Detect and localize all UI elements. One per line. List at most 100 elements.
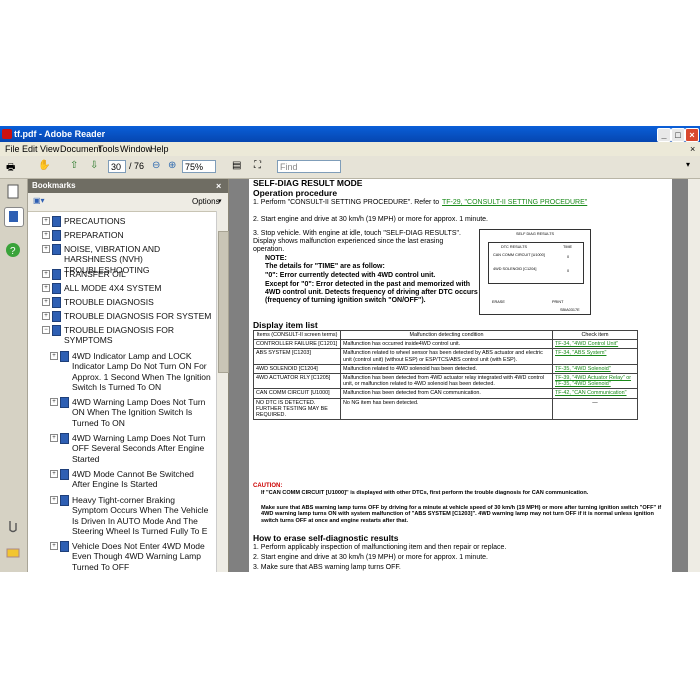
- bookmark-icon: [60, 433, 69, 444]
- options-chevron-down-icon[interactable]: ▾: [218, 197, 222, 205]
- bookmark-trouble-diagnosis-symptoms[interactable]: − TROUBLE DIAGNOSIS FOR SYMPTOMS: [42, 325, 212, 347]
- expand-icon[interactable]: +: [42, 312, 50, 320]
- bookmark-symptom-4[interactable]: +4WD Mode Cannot Be Switched After Engin…: [50, 469, 212, 491]
- table-link[interactable]: TF-42, "CAN Communication": [552, 388, 638, 399]
- bookmark-symptom-1[interactable]: +4WD Indicator Lamp and LOCK Indicator L…: [50, 351, 212, 393]
- bookmarks-scrollbar[interactable]: [216, 211, 229, 572]
- menu-help[interactable]: Help: [150, 142, 169, 156]
- bookmarks-list: + PRECAUTIONS + PREPARATION + NOISE, VIBRAT…: [28, 211, 216, 572]
- screen-results-box: DTC RESULTS TIME CAN COMM CIRCUIT [U1000…: [488, 242, 584, 284]
- table-row: CAN COMM CIRCUIT [U1000] Malfunction has …: [253, 388, 638, 399]
- menu-tools[interactable]: Tools: [98, 142, 119, 156]
- bookmark-symptom-5[interactable]: + Heavy Tight-corner Braking Symptom Occu…: [50, 495, 212, 537]
- step-3: 3. Stop vehicle. With engine at idle, to…: [253, 230, 461, 254]
- caution-2: Make sure that ABS warning lamp turns OF…: [261, 505, 662, 524]
- close-icon[interactable]: ×: [685, 128, 699, 142]
- menu-window[interactable]: Window: [120, 142, 152, 156]
- bookmarks-toolbar: ▣▾ Options ▾: [28, 193, 228, 212]
- bookmark-transfer-oil[interactable]: + TRANSFER OIL: [42, 269, 212, 280]
- expand-icon[interactable]: +: [42, 231, 50, 239]
- caution-label: CAUTION:: [253, 483, 283, 489]
- table-cell: ABS SYSTEM [C1203]: [253, 348, 341, 365]
- table-row: CONTROLLER FAILURE [C1201] Malfunction ha…: [253, 339, 638, 350]
- toolbar-more-icon[interactable]: ▾: [686, 160, 690, 174]
- page-total: / 76: [129, 161, 145, 171]
- zoom-out-icon[interactable]: ⊖: [152, 160, 160, 174]
- pages-panel-icon[interactable]: [4, 183, 22, 201]
- table-link[interactable]: TF-39, "4WD Actuator Relay" or TF-35, "4…: [552, 373, 638, 390]
- bookmarks-title: Bookmarks: [32, 181, 76, 190]
- bookmark-icon: [52, 297, 61, 308]
- comments-icon[interactable]: [4, 545, 22, 563]
- expand-icon[interactable]: +: [42, 245, 50, 253]
- bookmark-all-mode-4x4[interactable]: + ALL MODE 4X4 SYSTEM: [42, 283, 212, 294]
- attachments-icon[interactable]: [4, 517, 22, 535]
- expand-icon[interactable]: +: [42, 298, 50, 306]
- bookmark-symptom-6[interactable]: + Vehicle Does Not Enter 4WD Mode Even Th…: [50, 541, 212, 572]
- zoom-in-icon[interactable]: ⊕: [168, 160, 176, 174]
- note-3: Except for "0": Error detected in the pa…: [265, 281, 478, 305]
- bookmark-preparation[interactable]: + PREPARATION: [42, 230, 212, 241]
- bookmark-trouble-diagnosis[interactable]: + TROUBLE DIAGNOSIS: [42, 297, 212, 308]
- table-row: NO DTC IS DETECTED. FURTHER TESTING MAY …: [253, 397, 638, 421]
- table-link[interactable]: TF-35, "4WD Solenoid": [552, 363, 638, 375]
- help-icon[interactable]: ?: [4, 241, 22, 259]
- bookmark-symptom-3[interactable]: +4WD Warning Lamp Does Not Turn OFF Seve…: [50, 433, 212, 465]
- next-page-icon[interactable]: ⇩: [90, 160, 98, 174]
- collapse-icon[interactable]: −: [42, 326, 50, 334]
- find-input[interactable]: Find: [277, 160, 341, 173]
- menu-close-icon[interactable]: ×: [690, 142, 695, 156]
- fit-width-icon[interactable]: ⛶: [254, 160, 261, 174]
- bookmark-nvh[interactable]: + NOISE, VIBRATION AND HARSHNESS (NVH) TR…: [42, 244, 212, 275]
- bookmark-symptom-2[interactable]: +4WD Warning Lamp Does Not Turn ON When …: [50, 397, 212, 429]
- table-link[interactable]: TF-34, "4WD Control Unit": [552, 339, 638, 350]
- bookmark-precautions[interactable]: + PRECAUTIONS: [42, 216, 212, 227]
- bookmark-icon: [52, 283, 61, 294]
- menu-document[interactable]: Document: [60, 142, 101, 156]
- minimize-icon[interactable]: _: [657, 128, 671, 142]
- bookmarks-options-button[interactable]: Options: [192, 197, 220, 206]
- expand-icon[interactable]: +: [50, 434, 58, 442]
- table-link[interactable]: TF-34, "ABS System": [552, 348, 638, 365]
- title-bar: tf.pdf - Adobe Reader _ □ ×: [0, 126, 700, 142]
- expand-icon[interactable]: +: [50, 496, 58, 504]
- expand-icon[interactable]: +: [50, 352, 58, 360]
- menu-edit[interactable]: Edit: [22, 142, 38, 156]
- expand-icon[interactable]: +: [42, 284, 50, 292]
- previous-page-icon[interactable]: ⇧: [70, 160, 78, 174]
- scroll-thumb[interactable]: [218, 231, 229, 373]
- bookmarks-header: Bookmarks ×: [28, 179, 228, 193]
- document-scrollbar[interactable]: [688, 179, 700, 572]
- menu-view[interactable]: View: [40, 142, 59, 156]
- display-item-table: Items (CONSULT-II screen terms) Malfunct…: [253, 329, 638, 421]
- maximize-icon[interactable]: □: [671, 128, 685, 142]
- bookmark-icon: [60, 469, 69, 480]
- zoom-select[interactable]: 75%: [182, 160, 216, 173]
- table-cell: Malfunction has been detected from CAN c…: [340, 388, 553, 399]
- bookmarks-panel: Bookmarks × ▣▾ Options ▾ + PRECAUTIONS + P…: [28, 179, 229, 572]
- menu-file[interactable]: File: [5, 142, 20, 156]
- bookmark-trouble-diagnosis-system[interactable]: + TROUBLE DIAGNOSIS FOR SYSTEM: [42, 311, 212, 322]
- bookmark-icon: [60, 397, 69, 408]
- step-1-link[interactable]: TF-29, "CONSULT-II SETTING PROCEDURE": [442, 199, 612, 207]
- table-cell: NO DTC IS DETECTED. FURTHER TESTING MAY …: [253, 397, 341, 421]
- pdf-page: SELF-DIAG RESULT MODE Operation procedur…: [249, 179, 672, 572]
- fit-page-icon[interactable]: ▤: [232, 160, 241, 174]
- bookmark-options-icon[interactable]: ▣▾: [33, 196, 45, 205]
- expand-icon[interactable]: +: [50, 398, 58, 406]
- page-number-input[interactable]: 30: [108, 160, 126, 173]
- expand-icon[interactable]: +: [50, 542, 58, 550]
- erase-step-3: 3. Make sure that ABS warning lamp turns…: [253, 564, 401, 571]
- expand-icon[interactable]: +: [42, 270, 50, 278]
- screen-row-1: CAN COMM CIRCUIT [U1000]: [493, 253, 545, 257]
- expand-icon[interactable]: +: [42, 217, 50, 225]
- hand-tool-icon[interactable]: ✋: [38, 160, 50, 174]
- bookmarks-panel-icon[interactable]: [4, 207, 24, 227]
- bookmarks-close-icon[interactable]: ×: [216, 179, 221, 193]
- expand-icon[interactable]: +: [50, 470, 58, 478]
- table-cell: Malfunction has been detected from 4WD a…: [340, 373, 553, 390]
- print-icon[interactable]: 🖶: [6, 160, 15, 174]
- screen-row-2: 4WD SOLENOID [C1204]: [493, 267, 537, 271]
- table-cell: Malfunction has occurred inside4WD contr…: [340, 339, 553, 350]
- menu-bar: File Edit View Document Tools Window Hel…: [0, 142, 700, 156]
